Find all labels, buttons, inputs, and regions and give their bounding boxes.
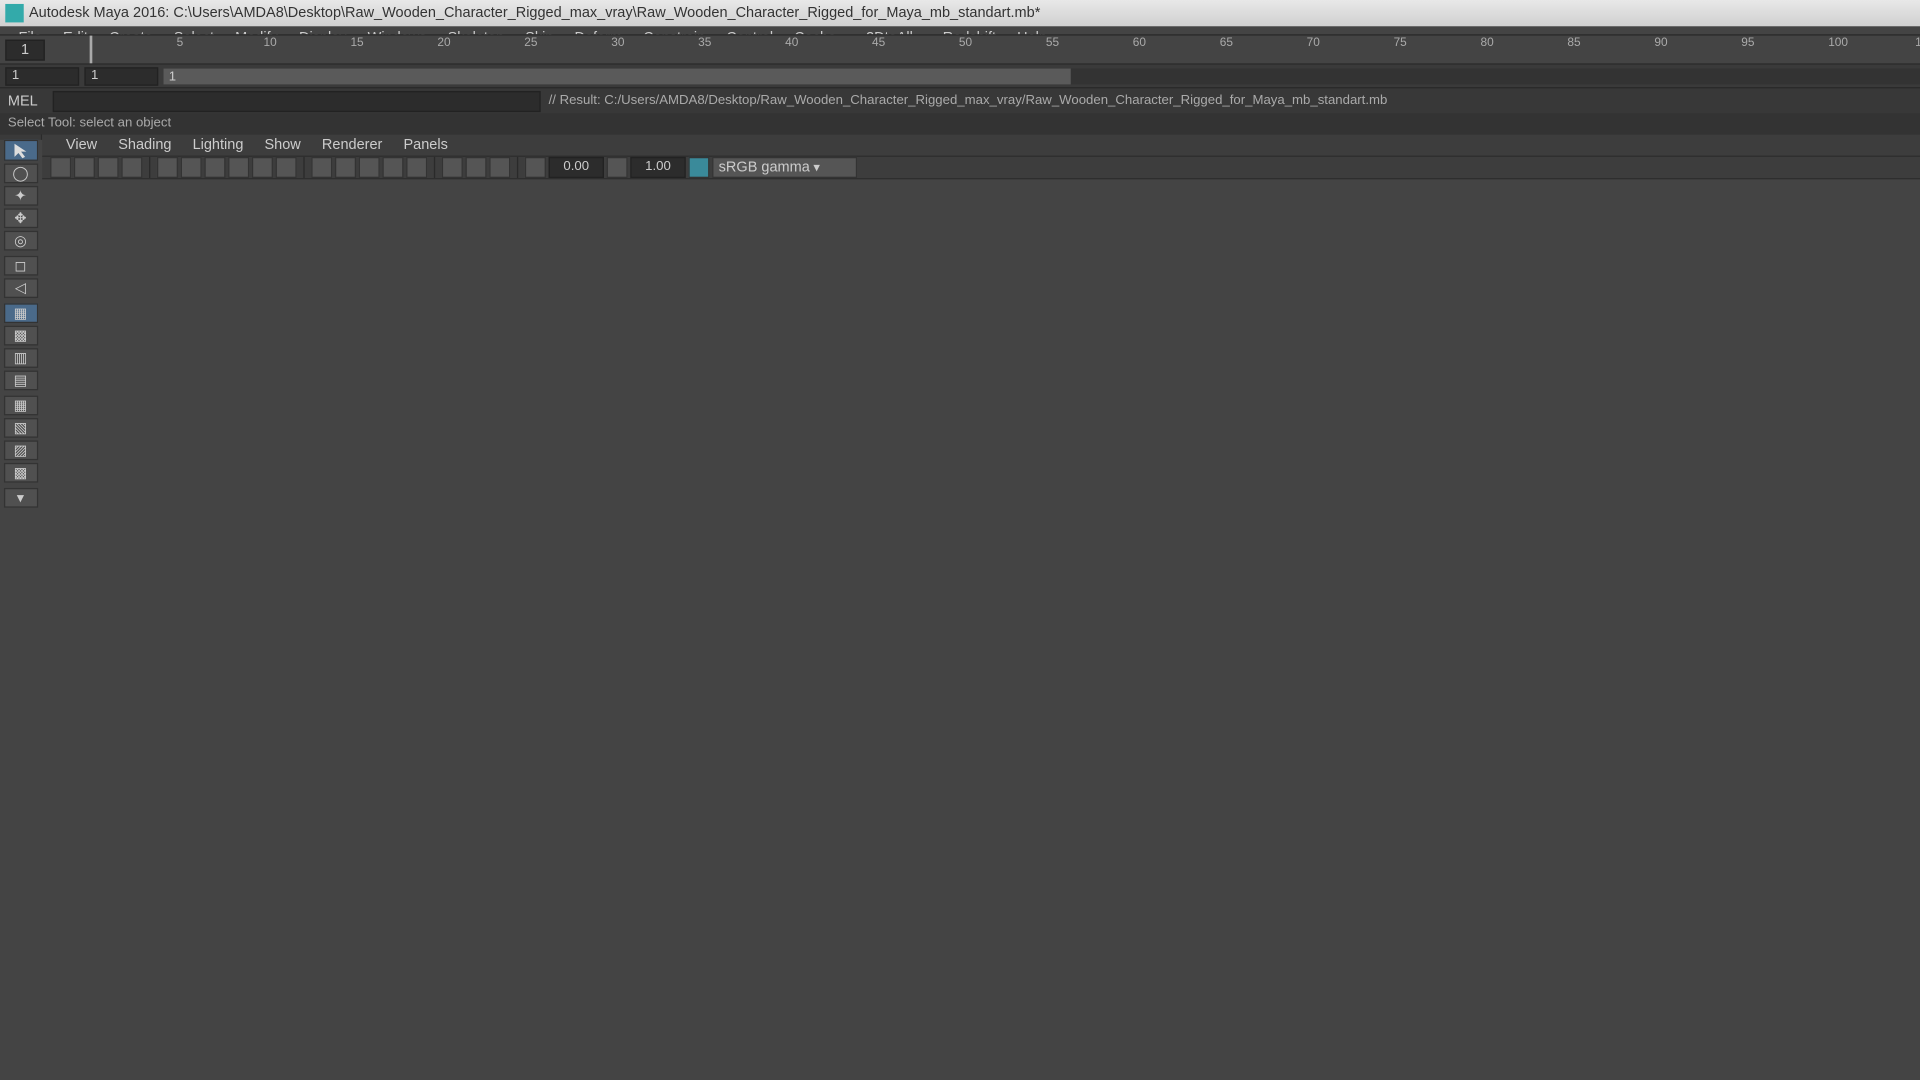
paint-select-tool[interactable]: ✦ (3, 186, 37, 206)
window-title: Autodesk Maya 2016: C:\Users\AMDA8\Deskt… (29, 5, 1920, 21)
panel-exposure-value[interactable]: 0.00 (549, 157, 604, 178)
panel-textured-icon[interactable] (359, 157, 380, 178)
time-tick: 60 (1133, 36, 1146, 49)
panel-menu-renderer[interactable]: Renderer (311, 135, 393, 156)
panel-grid-icon[interactable] (157, 157, 178, 178)
panel-wireframe-icon[interactable] (311, 157, 332, 178)
panel-2d-pan-icon[interactable] (121, 157, 142, 178)
panel-gamma-value[interactable]: 1.00 (630, 157, 685, 178)
panel-select-camera-icon[interactable] (50, 157, 71, 178)
range-slider-thumb[interactable]: 1 (164, 68, 1071, 84)
panel-exposure-icon[interactable] (525, 157, 546, 178)
panel-resolution-gate-icon[interactable] (204, 157, 225, 178)
time-tick: 85 (1567, 36, 1580, 49)
time-slider[interactable]: 1 5 10 15 20 25 30 35 40 45 50 55 60 65 70 75 80 85 90 95 1… (0, 34, 1920, 63)
panel-safe-action-icon[interactable] (276, 157, 297, 178)
command-input[interactable] (53, 90, 541, 111)
time-tick: 10 (264, 36, 277, 49)
panel-colorspace-dropdown[interactable]: sRGB gamma ▾ (712, 157, 857, 178)
layout-custom3-icon[interactable]: ▨ (3, 440, 37, 460)
time-tick: 25 (524, 36, 537, 49)
time-tick: 50 (959, 36, 972, 49)
expand-tool-icon[interactable]: ▾ (3, 488, 37, 508)
command-result: // Result: C:/Users/AMDA8/Desktop/Raw_Wo… (541, 94, 1920, 109)
time-start-frame[interactable]: 1 (5, 40, 45, 61)
range-slider-track[interactable]: 1 120 (164, 68, 1920, 84)
select-tool[interactable] (3, 140, 37, 161)
rotate-tool[interactable]: ◎ (3, 231, 37, 251)
layout-custom4-icon[interactable]: ▩ (3, 463, 37, 483)
time-tick: 75 (1394, 36, 1407, 49)
time-tick: 20 (437, 36, 450, 49)
time-tick: 80 (1481, 36, 1494, 49)
panel-menu-shading[interactable]: Shading (108, 135, 182, 156)
time-tick: 65 (1220, 36, 1233, 49)
panel-xray-joints-icon[interactable] (489, 157, 510, 178)
layout-single-icon[interactable]: ▦ (3, 303, 37, 323)
last-tool[interactable]: ◁ (3, 278, 37, 298)
panel-menu-panels[interactable]: Panels (393, 135, 458, 156)
panel-shaded-icon[interactable] (335, 157, 356, 178)
range-inner-start-field[interactable]: 1 (84, 67, 158, 85)
panel-menu-show[interactable]: Show (254, 135, 311, 156)
panel-xray-icon[interactable] (465, 157, 486, 178)
time-cursor[interactable] (90, 36, 93, 64)
time-tick: 105 (1915, 36, 1920, 49)
layout-four-icon[interactable]: ▩ (3, 326, 37, 346)
layout-two-icon[interactable]: ▥ (3, 348, 37, 368)
maya-app-icon (5, 4, 23, 22)
time-tick: 15 (350, 36, 363, 49)
time-tick: 45 (872, 36, 885, 49)
time-tick: 55 (1046, 36, 1059, 49)
window-titlebar: Autodesk Maya 2016: C:\Users\AMDA8\Deskt… (0, 0, 1920, 26)
time-tick: 70 (1307, 36, 1320, 49)
command-line: MEL // Result: C:/Users/AMDA8/Desktop/Ra… (0, 87, 1920, 113)
lasso-tool[interactable]: ◯ (3, 164, 37, 184)
layout-three-icon[interactable]: ▤ (3, 371, 37, 391)
panel-colorspace-icon[interactable] (688, 157, 709, 178)
time-tick: 5 (177, 36, 184, 49)
range-start-field[interactable]: 1 (5, 67, 79, 85)
panel-menu-view[interactable]: View (55, 135, 107, 156)
panel-menu-bar: ViewShadingLightingShowRendererPanels (42, 135, 1920, 157)
time-tick: 30 (611, 36, 624, 49)
panel-toolbar: 0.00 1.00 sRGB gamma ▾ (42, 157, 1920, 179)
time-tick: 35 (698, 36, 711, 49)
panel-gate-mask-icon[interactable] (228, 157, 249, 178)
tool-box: ◯ ✦ ✥ ◎ ◻ ◁ ▦ ▩ ▥ ▤ ▦ ▧ ▨ ▩ ▾ (0, 135, 42, 140)
time-tick: 95 (1741, 36, 1754, 49)
panel-bookmark-icon[interactable] (74, 157, 95, 178)
layout-custom2-icon[interactable]: ▧ (3, 418, 37, 438)
panel-image-plane-icon[interactable] (98, 157, 119, 178)
panel-isolate-icon[interactable] (442, 157, 463, 178)
panel-gamma-icon[interactable] (607, 157, 628, 178)
scale-tool[interactable]: ◻ (3, 256, 37, 276)
time-tick: 100 (1828, 36, 1848, 49)
panel-lights-icon[interactable] (382, 157, 403, 178)
panel-film-gate-icon[interactable] (181, 157, 202, 178)
time-tick: 90 (1654, 36, 1667, 49)
time-tick: 40 (785, 36, 798, 49)
range-slider: 1 1 1 120 120 200 No Anim Layer No Chara… (0, 63, 1920, 87)
panel-menu-lighting[interactable]: Lighting (182, 135, 254, 156)
help-line: Select Tool: select an object (0, 113, 1920, 134)
mel-label[interactable]: MEL (0, 93, 53, 109)
panel-shadows-icon[interactable] (406, 157, 427, 178)
layout-custom1-icon[interactable]: ▦ (3, 396, 37, 416)
move-tool[interactable]: ✥ (3, 208, 37, 228)
panel-field-chart-icon[interactable] (252, 157, 273, 178)
